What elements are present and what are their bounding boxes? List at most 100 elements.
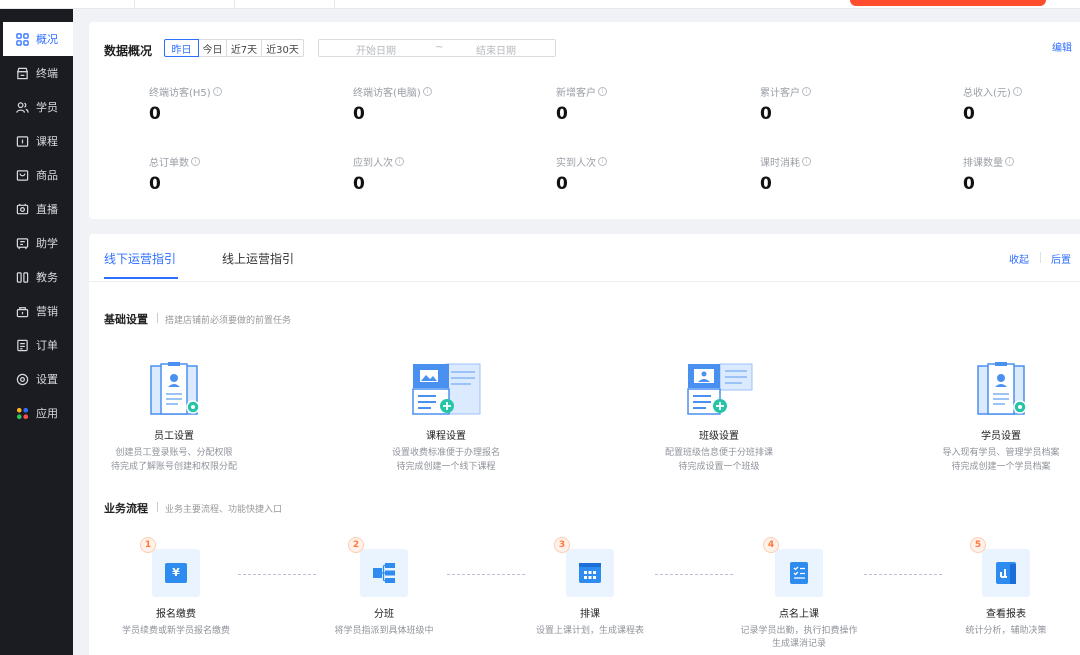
section-divider: [157, 502, 158, 512]
flow-step-schedule[interactable]: 3 排课 设置上课计划，生成课程表: [505, 537, 675, 638]
sidebar-item-label: 助学: [36, 237, 58, 250]
stat-label: 新增客户: [556, 88, 596, 99]
stat-value: 0: [963, 174, 975, 194]
stat-h5-visitors: 终端访客(H5) i 0: [149, 84, 309, 124]
sidebar-item-overview[interactable]: 概况: [3, 22, 73, 56]
date-range-separator: ~: [435, 42, 444, 53]
stat-actual-attendance: 实到人次 i 0: [556, 154, 716, 194]
sidebar-item-marketing[interactable]: 营销: [0, 294, 73, 328]
course-setup-card[interactable]: 课程设置 设置收费标准便于办理报名 待完成创建一个线下课程: [351, 362, 541, 474]
flow-desc-2: 生成课消记录: [771, 639, 826, 649]
sidebar-item-label: 设置: [36, 373, 58, 386]
stat-value: 0: [149, 104, 161, 124]
top-bar: [0, 0, 1080, 9]
info-icon[interactable]: i: [598, 87, 607, 96]
stat-label: 终端访客(电脑): [353, 88, 421, 99]
sidebar-item-study[interactable]: 助学: [0, 226, 73, 260]
setup-status: 待完成创建一个线下课程: [396, 462, 496, 472]
data-overview-card: 数据概况 昨日 今日 近7天 近30天 开始日期 ~ 结束日期 编辑 终端访客(…: [89, 22, 1080, 219]
setup-status: 待完成设置一个班级: [678, 462, 760, 472]
setup-name: 学员设置: [981, 431, 1021, 442]
flow-desc: 记录学员出勤，执行扣费操作: [740, 626, 858, 636]
sidebar-item-settings[interactable]: 设置: [0, 362, 73, 396]
collapse-link[interactable]: 收起: [1009, 251, 1029, 266]
stat-label: 终端访客(H5): [149, 88, 211, 99]
flow-step-assign-class[interactable]: 2 分班 将学员指派到具体班级中: [299, 537, 469, 638]
date-start-input[interactable]: 开始日期: [356, 42, 396, 57]
sidebar-item-goods[interactable]: 商品: [0, 158, 73, 192]
tab-online-guide[interactable]: 线上运营指引: [222, 250, 294, 267]
sidebar-item-label: 学员: [36, 101, 58, 114]
class-setup-card[interactable]: 班级设置 配置班级信息便于分班排课 待完成设置一个班级: [624, 362, 814, 474]
top-action-button[interactable]: [850, 0, 1046, 6]
range-30days-button[interactable]: 近30天: [261, 39, 304, 57]
flow-name: 报名缴费: [156, 609, 196, 620]
basic-settings-subtitle: 搭建店铺前必须要做的前置任务: [165, 316, 292, 326]
roll-call-icon: 4: [763, 537, 823, 597]
top-divider: [334, 0, 335, 9]
setup-name: 课程设置: [426, 431, 466, 442]
overview-title: 数据概况: [104, 44, 153, 58]
info-icon[interactable]: i: [1005, 157, 1014, 166]
sidebar-item-label: 营销: [36, 305, 58, 318]
info-icon[interactable]: i: [802, 157, 811, 166]
class-illustration: [684, 362, 754, 418]
flow-name: 查看报表: [986, 609, 1026, 620]
sidebar-item-label: 直播: [36, 203, 58, 216]
stat-value: 0: [963, 104, 975, 124]
later-link[interactable]: 后置: [1051, 251, 1071, 266]
setup-name: 班级设置: [699, 431, 739, 442]
sidebar-item-label: 订单: [36, 339, 58, 352]
sidebar-item-academic[interactable]: 教务: [0, 260, 73, 294]
stat-value: 0: [353, 174, 365, 194]
marketing-icon: [15, 304, 29, 318]
sidebar-item-terminal[interactable]: 终端: [0, 56, 73, 90]
flow-step-roll-call[interactable]: 4 点名上课 记录学员出勤，执行扣费操作 生成课消记录: [714, 537, 884, 651]
flow-step-reports[interactable]: 5 查看报表 统计分析，辅助决策: [921, 537, 1080, 638]
range-7days-button[interactable]: 近7天: [226, 39, 262, 57]
step-number: 2: [348, 537, 364, 553]
sidebar-item-students[interactable]: 学员: [0, 90, 73, 124]
date-range-picker[interactable]: 开始日期 ~ 结束日期: [318, 39, 556, 57]
enroll-icon: 1 ¥: [140, 537, 200, 597]
link-divider: [1040, 252, 1041, 263]
stat-pc-visitors: 终端访客(电脑) i 0: [353, 84, 513, 124]
stat-label: 应到人次: [353, 158, 393, 169]
flow-step-enroll[interactable]: 1 ¥ 报名缴费 学员续费或新学员报名缴费: [91, 537, 261, 638]
info-icon[interactable]: i: [191, 157, 200, 166]
range-yesterday-button[interactable]: 昨日: [164, 39, 199, 57]
setup-desc: 设置收费标准便于办理报名: [391, 448, 500, 458]
stat-total-revenue: 总收入(元) i 0: [963, 84, 1080, 124]
top-divider: [234, 0, 235, 9]
stat-value: 0: [149, 174, 161, 194]
info-icon[interactable]: i: [422, 87, 432, 96]
info-icon[interactable]: i: [598, 157, 607, 166]
sidebar-item-course[interactable]: 课程: [0, 124, 73, 158]
info-icon[interactable]: i: [802, 87, 811, 96]
course-illustration: [411, 362, 481, 418]
tab-offline-guide[interactable]: 线下运营指引: [104, 250, 176, 267]
setup-desc: 创建员工登录账号、分配权限: [115, 448, 233, 458]
top-divider: [134, 0, 135, 9]
setup-desc: 配置班级信息便于分班排课: [664, 448, 773, 458]
basic-settings-title: 基础设置: [104, 313, 148, 326]
info-icon[interactable]: i: [212, 87, 222, 96]
info-icon[interactable]: i: [395, 157, 404, 166]
range-today-button[interactable]: 今日: [198, 39, 227, 57]
step-number: 5: [970, 537, 986, 553]
staff-setup-card[interactable]: 员工设置 创建员工登录账号、分配权限 待完成了解账号创建和权限分配: [79, 362, 269, 474]
setup-name: 员工设置: [154, 431, 194, 442]
info-icon[interactable]: i: [1012, 87, 1022, 96]
stat-schedule-count: 排课数量 i 0: [963, 154, 1080, 194]
edit-link[interactable]: 编辑: [1052, 39, 1072, 54]
sidebar-item-live[interactable]: 直播: [0, 192, 73, 226]
users-icon: [15, 100, 29, 114]
date-end-input[interactable]: 结束日期: [476, 42, 516, 57]
student-setup-card[interactable]: 学员设置 导入现有学员、管理学员档案 待完成创建一个学员档案: [913, 362, 1080, 474]
settings-icon: [15, 372, 29, 386]
sidebar-item-label: 概况: [36, 33, 58, 46]
sidebar-item-order[interactable]: 订单: [0, 328, 73, 362]
sidebar-item-apps[interactable]: 应用: [0, 396, 73, 430]
setup-status: 待完成了解账号创建和权限分配: [110, 462, 237, 472]
flow-desc: 统计分析，辅助决策: [965, 626, 1047, 636]
